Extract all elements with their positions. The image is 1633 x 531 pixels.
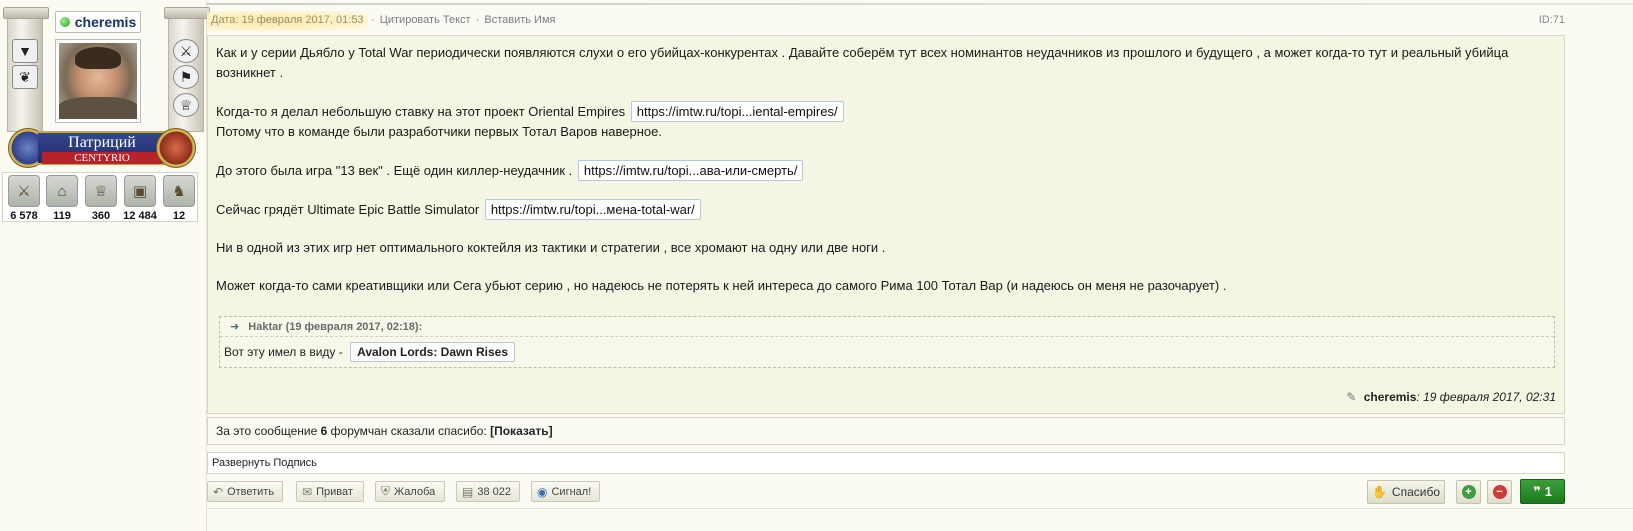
- reply-button[interactable]: ↶ Ответить: [207, 481, 283, 502]
- quote-block: ➜ Haktar (19 февраля 2017, 02:18): Вот э…: [219, 316, 1555, 368]
- quote-text-link[interactable]: Цитировать Текст: [380, 14, 471, 26]
- online-status-icon: [59, 17, 70, 27]
- avatar[interactable]: [55, 39, 141, 123]
- stat-posts[interactable]: ⚔ 6 578: [5, 175, 43, 222]
- link-avalon-lords[interactable]: Avalon Lords: Dawn Rises: [350, 342, 516, 362]
- private-message-button[interactable]: ✉ Приват: [296, 481, 364, 502]
- speaker-icon: ◉: [537, 484, 548, 499]
- reply-icon: ↶: [213, 484, 224, 499]
- edit-info: ✎ cheremis: 19 февраля 2017, 02:31: [1346, 390, 1556, 404]
- post-body: Как и у серии Дьябло у Total War периоди…: [207, 35, 1565, 414]
- shield-warning-icon: ⛨: [381, 484, 391, 498]
- expand-signature-toggle[interactable]: Развернуть Подпись: [207, 452, 1565, 474]
- quote-header: ➜ Haktar (19 февраля 2017, 02:18):: [220, 317, 1554, 337]
- warrior-icon: ⚔: [8, 175, 40, 207]
- quote-author: Haktar (19 февраля 2017, 02:18):: [248, 321, 423, 333]
- quote-body: Вот эту имел в виду - Avalon Lords: Dawn…: [220, 337, 1554, 367]
- signal-button[interactable]: ◉ Сигнал!: [531, 481, 600, 502]
- username-box[interactable]: cheremis: [55, 11, 141, 33]
- paragraph-13-vek: До этого была игра "13 век" . Ещё один к…: [216, 160, 1546, 181]
- paragraph-devs: Потому что в команде были разработчики п…: [216, 124, 662, 139]
- thanks-count: 6: [320, 424, 328, 438]
- paragraph-intro: Как и у серии Дьябло у Total War периоди…: [216, 45, 1509, 80]
- link-13-vek[interactable]: https://imtw.ru/topi...ава-или-смерть/: [577, 160, 804, 181]
- paragraph-oriental: Когда-то я делал небольшую ставку на это…: [216, 101, 1546, 122]
- thanks-bar: За это сообщение 6 форумчан сказали спас…: [207, 417, 1565, 445]
- helmet-icon[interactable]: ♕: [173, 93, 199, 117]
- paragraph-conclusion: Может когда-то сами креативщики или Сега…: [216, 278, 1227, 293]
- pencil-icon: ✎: [1346, 390, 1357, 404]
- envelope-icon: ✉: [302, 484, 313, 499]
- rank-subtitle: CENTYRIO: [42, 152, 162, 164]
- stat-reputation[interactable]: ⌂ 119: [43, 175, 81, 222]
- minus-icon: −: [1492, 485, 1507, 499]
- arrow-right-icon[interactable]: ➜: [230, 321, 239, 333]
- comment-icon: ❞: [1533, 483, 1541, 499]
- post-id[interactable]: ID:71: [1539, 14, 1565, 26]
- avatar-image: [59, 43, 137, 119]
- money-icon: ▤: [462, 484, 474, 499]
- insert-name-link[interactable]: Вставить Имя: [484, 14, 555, 26]
- eagle-icon: ♕: [85, 175, 117, 207]
- edit-author[interactable]: cheremis: [1364, 390, 1417, 404]
- rank-medal-right-icon: [156, 128, 196, 168]
- bottom-divider: [207, 508, 1633, 509]
- rating-score[interactable]: ❞ 1: [1520, 479, 1565, 504]
- chariot-icon: ♞: [163, 175, 195, 207]
- right-column-decoration: ⚔ ⚑ ♕: [164, 7, 210, 132]
- top-divider: [207, 3, 1633, 5]
- complaint-button[interactable]: ⛨ Жалоба: [375, 481, 445, 502]
- post-header: Дата: 19 февраля 2017, 01:53 · Цитироват…: [207, 11, 1565, 31]
- post-message: Как и у серии Дьябло у Total War периоди…: [216, 43, 1546, 296]
- left-column-decoration: ▼ ❦: [3, 7, 49, 132]
- shield-icon[interactable]: ⚔: [173, 39, 199, 63]
- username[interactable]: cheremis: [75, 14, 136, 30]
- post-header-links: · Цитировать Текст · Вставить Имя: [371, 14, 556, 26]
- monitor-icon: ▣: [124, 175, 156, 207]
- minus-rating-button[interactable]: −: [1487, 480, 1512, 504]
- plus-rating-button[interactable]: +: [1456, 480, 1481, 504]
- paragraph-uebs: Сейчас грядёт Ultimate Epic Battle Simul…: [216, 199, 1546, 220]
- edit-time: : 19 февраля 2017, 02:31: [1416, 390, 1556, 404]
- laurel-icon[interactable]: ❦: [12, 65, 38, 89]
- user-stats: ⚔ 6 578 ⌂ 119 ♕ 360 ▣ 12 484 ♞ 12: [2, 172, 198, 222]
- chevron-rank-icon[interactable]: ▼: [12, 39, 38, 63]
- flag-icon[interactable]: ⚑: [173, 65, 199, 89]
- rank-banner: Патриций CENTYRIO: [8, 128, 196, 170]
- temple-icon: ⌂: [46, 175, 78, 207]
- link-uebs[interactable]: https://imtw.ru/topi...мена-total-war/: [484, 199, 701, 220]
- stat-awards[interactable]: ♕ 360: [82, 175, 120, 222]
- money-button[interactable]: ▤ 38 022: [456, 481, 520, 502]
- stat-medals[interactable]: ♞ 12: [160, 175, 198, 222]
- post-date: Дата: 19 февраля 2017, 01:53: [207, 11, 368, 31]
- show-thanks-link[interactable]: [Показать]: [490, 424, 553, 438]
- stat-thanks[interactable]: ▣ 12 484: [121, 175, 159, 222]
- user-panel: ▼ ❦ ⚔ ⚑ ♕ cheremis Патриций CENTYRIO ⚔ 6…: [0, 0, 210, 531]
- paragraph-no-cocktail: Ни в одной из этих игр нет оптимального …: [216, 240, 886, 255]
- thanks-button[interactable]: ✋ Спасибо: [1367, 480, 1445, 504]
- thumbs-up-icon: ✋: [1371, 485, 1387, 499]
- link-oriental-empires[interactable]: https://imtw.ru/topi...iental-empires/: [630, 101, 844, 122]
- plus-icon: +: [1461, 485, 1476, 499]
- rank-plate: Патриций CENTYRIO: [38, 131, 166, 165]
- rank-title: Патриций: [68, 134, 136, 151]
